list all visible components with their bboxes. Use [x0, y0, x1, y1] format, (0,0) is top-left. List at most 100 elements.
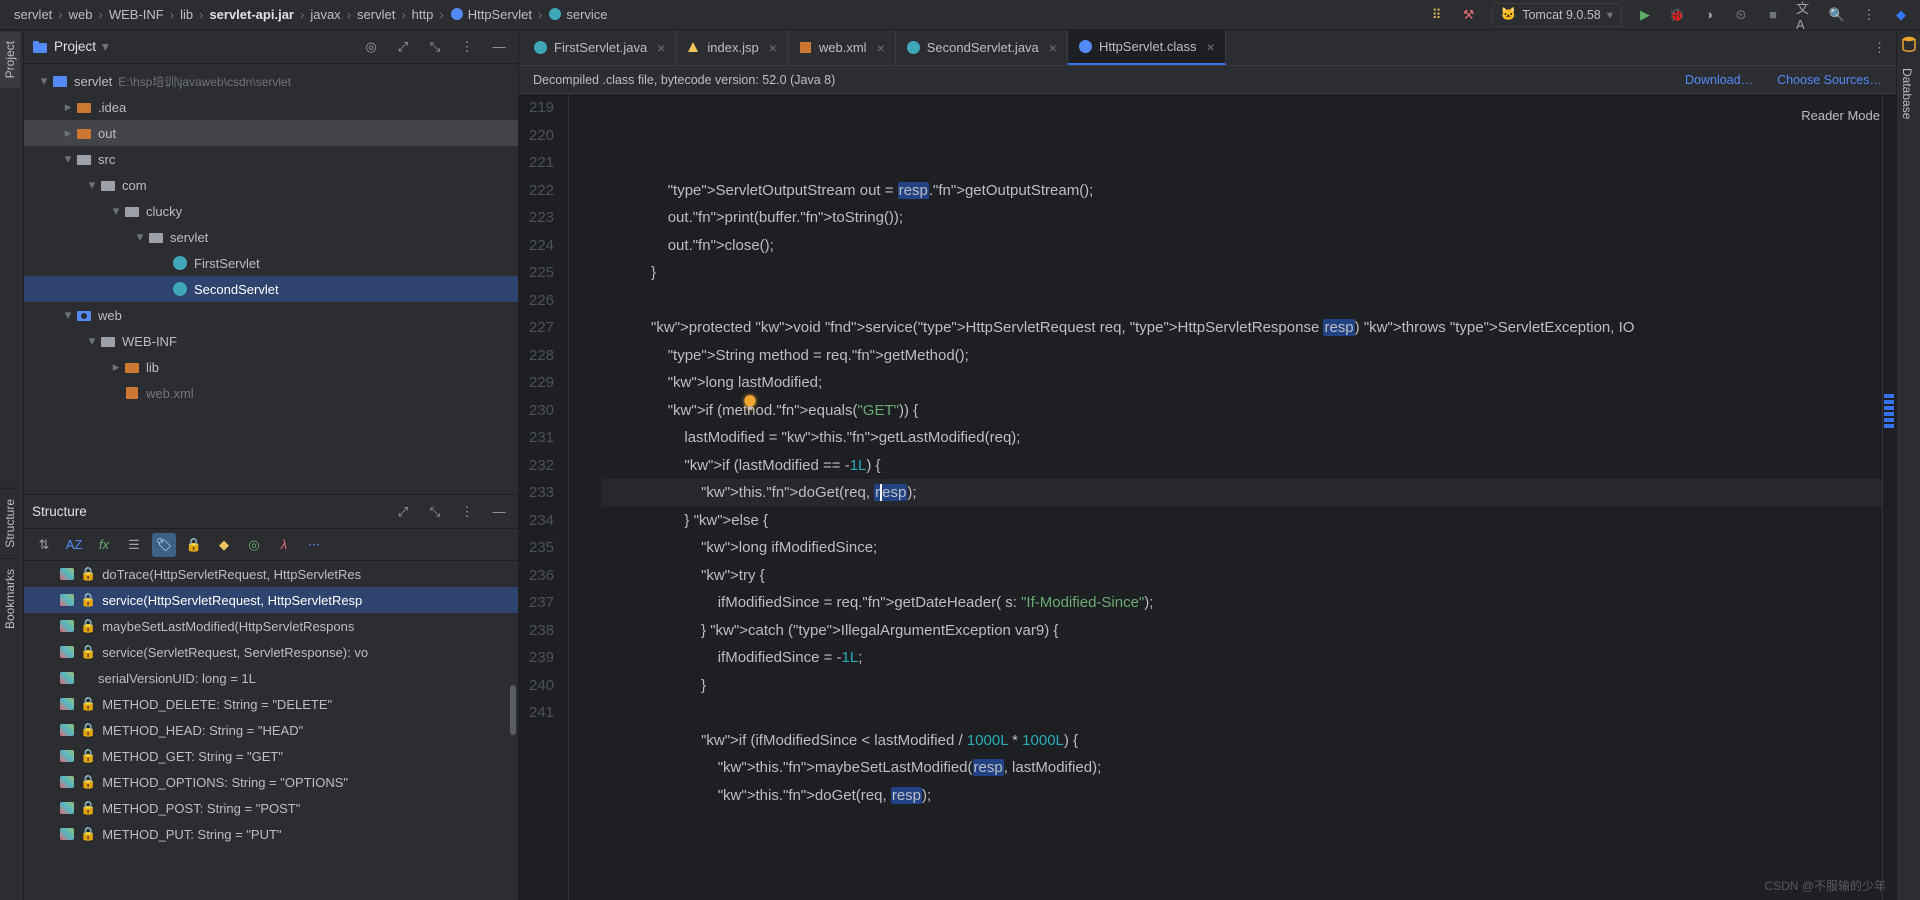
tree-arrow-icon[interactable]: ▾: [132, 229, 148, 245]
run-config-select[interactable]: 🐱 Tomcat 9.0.58 ▾: [1492, 3, 1622, 27]
collapse-icon[interactable]: ⤡: [424, 36, 446, 58]
download-link[interactable]: Download…: [1685, 73, 1753, 87]
line-number[interactable]: 238: [529, 617, 554, 645]
code-line[interactable]: "kw">long lastModified;: [601, 369, 1882, 397]
code-line[interactable]: }: [601, 672, 1882, 700]
tree-arrow-icon[interactable]: ▸: [60, 125, 76, 141]
code-line[interactable]: "kw">long ifModifiedSince;: [601, 534, 1882, 562]
notifications-icon[interactable]: ◆: [1892, 6, 1910, 24]
tree-arrow-icon[interactable]: ▸: [60, 99, 76, 115]
tree-arrow-icon[interactable]: ▾: [36, 73, 52, 89]
error-stripe[interactable]: [1882, 94, 1896, 900]
code-line[interactable]: "type">String method = req."fn">getMetho…: [601, 342, 1882, 370]
close-icon[interactable]: ×: [769, 40, 777, 56]
lambda-icon[interactable]: λ: [272, 533, 296, 557]
coverage-icon[interactable]: ◑: [1700, 6, 1718, 24]
tool-tab-project[interactable]: Project: [0, 30, 20, 88]
code-line[interactable]: }: [601, 259, 1882, 287]
tree-row[interactable]: web.xml: [24, 380, 518, 406]
tree-row[interactable]: ▸.idea: [24, 94, 518, 120]
breadcrumb-item[interactable]: servlet-api.jar: [205, 7, 298, 22]
code-line[interactable]: } "kw">catch ("type">IllegalArgumentExce…: [601, 617, 1882, 645]
structure-item[interactable]: 🔒METHOD_PUT: String = "PUT": [24, 821, 518, 847]
code-line[interactable]: "kw">if (ifModifiedSince < lastModified …: [601, 727, 1882, 755]
breadcrumb-item[interactable]: javax: [306, 7, 344, 22]
close-icon[interactable]: ×: [657, 40, 665, 56]
breadcrumb[interactable]: servlet›web›WEB-INF›lib›servlet-api.jar›…: [10, 7, 1428, 22]
tree-arrow-icon[interactable]: ▾: [108, 203, 124, 219]
lock-filter-icon[interactable]: 🔒: [182, 533, 206, 557]
search-icon[interactable]: 🔍: [1828, 6, 1846, 24]
breadcrumb-item[interactable]: servlet: [10, 7, 56, 22]
code-line[interactable]: ifModifiedSince = -1L;: [601, 644, 1882, 672]
structure-item[interactable]: serialVersionUID: long = 1L: [24, 665, 518, 691]
scrollbar-thumb[interactable]: [510, 685, 516, 735]
close-icon[interactable]: ×: [877, 40, 885, 56]
more-icon[interactable]: ⋮: [456, 501, 478, 523]
sort-icon[interactable]: ⇅: [32, 533, 56, 557]
translate-icon[interactable]: 文A: [1796, 6, 1814, 24]
hammer-icon[interactable]: ⚒: [1460, 6, 1478, 24]
project-tw-title[interactable]: Project ▾: [32, 39, 109, 55]
code-line[interactable]: lastModified = "kw">this."fn">getLastMod…: [601, 424, 1882, 452]
tree-row[interactable]: ▾servletE:\hsp培训\javaweb\csdn\servlet: [24, 68, 518, 94]
code-editor[interactable]: 2192202212222232242252262272282292302312…: [519, 94, 1896, 900]
structure-item[interactable]: 🔒service(HttpServletRequest, HttpServlet…: [24, 587, 518, 613]
code-area[interactable]: "type">ServletOutputStream out = resp."f…: [589, 94, 1882, 900]
line-number[interactable]: 231: [529, 424, 554, 452]
line-number[interactable]: 223: [529, 204, 554, 232]
debug-icon[interactable]: 🐞: [1668, 6, 1686, 24]
structure-item[interactable]: 🔒METHOD_DELETE: String = "DELETE": [24, 691, 518, 717]
reader-mode-label[interactable]: Reader Mode: [1801, 108, 1880, 123]
code-line[interactable]: } "kw">else {: [601, 507, 1882, 535]
structure-item[interactable]: 🔒METHOD_GET: String = "GET": [24, 743, 518, 769]
code-line[interactable]: "kw">protected "kw">void "fnd">service("…: [601, 314, 1882, 342]
more-icon[interactable]: ⋯: [302, 533, 326, 557]
tool-tab-structure[interactable]: Structure: [0, 488, 20, 558]
tree-row[interactable]: ▾clucky: [24, 198, 518, 224]
structure-item[interactable]: 🔒doTrace(HttpServletRequest, HttpServlet…: [24, 561, 518, 587]
breadcrumb-item[interactable]: HttpServlet: [446, 7, 536, 22]
close-icon[interactable]: ×: [1207, 39, 1215, 55]
breadcrumb-item[interactable]: service: [544, 7, 611, 22]
line-number[interactable]: 227: [529, 314, 554, 342]
az-icon[interactable]: AZ: [62, 533, 86, 557]
structure-list[interactable]: 🔒doTrace(HttpServletRequest, HttpServlet…: [24, 561, 518, 900]
line-number[interactable]: 228: [529, 342, 554, 370]
breadcrumb-item[interactable]: servlet: [353, 7, 399, 22]
code-line[interactable]: out."fn">print(buffer."fn">toString());: [601, 204, 1882, 232]
more-icon[interactable]: ⋮: [456, 36, 478, 58]
hide-icon[interactable]: —: [488, 501, 510, 523]
project-tree[interactable]: ▾servletE:\hsp培训\javaweb\csdn\servlet▸.i…: [24, 64, 518, 494]
expand-icon[interactable]: ⤢: [392, 501, 414, 523]
breadcrumb-item[interactable]: web: [65, 7, 97, 22]
editor-tab[interactable]: SecondServlet.java×: [896, 30, 1068, 65]
tree-row[interactable]: ▾web: [24, 302, 518, 328]
structure-item[interactable]: 🔒service(ServletRequest, ServletResponse…: [24, 639, 518, 665]
line-number[interactable]: 236: [529, 562, 554, 590]
line-number[interactable]: 239: [529, 644, 554, 672]
run-icon[interactable]: ▶: [1636, 6, 1654, 24]
fx-icon[interactable]: fx: [92, 533, 116, 557]
line-number[interactable]: 241: [529, 699, 554, 727]
list-icon[interactable]: ☰: [122, 533, 146, 557]
gutter[interactable]: 2192202212222232242252262272282292302312…: [519, 94, 569, 900]
editor-tab[interactable]: index.jsp×: [676, 30, 788, 65]
structure-item[interactable]: 🔒METHOD_OPTIONS: String = "OPTIONS": [24, 769, 518, 795]
users-icon[interactable]: ⠿: [1428, 6, 1446, 24]
tool-tab-database[interactable]: Database: [1897, 58, 1917, 129]
tree-row[interactable]: ▸lib: [24, 354, 518, 380]
tree-row[interactable]: FirstServlet: [24, 250, 518, 276]
code-line[interactable]: out."fn">close();: [601, 232, 1882, 260]
target-icon[interactable]: ◎: [360, 36, 382, 58]
tree-arrow-icon[interactable]: ▾: [60, 307, 76, 323]
more-icon[interactable]: ⋮: [1860, 6, 1878, 24]
breadcrumb-item[interactable]: lib: [176, 7, 197, 22]
code-line[interactable]: [601, 287, 1882, 315]
tool-tab-bookmarks[interactable]: Bookmarks: [0, 558, 20, 639]
target2-icon[interactable]: ◎: [242, 533, 266, 557]
code-line[interactable]: [601, 699, 1882, 727]
line-number[interactable]: 226: [529, 287, 554, 315]
collapse-icon[interactable]: ⤡: [424, 501, 446, 523]
line-number[interactable]: 220: [529, 122, 554, 150]
